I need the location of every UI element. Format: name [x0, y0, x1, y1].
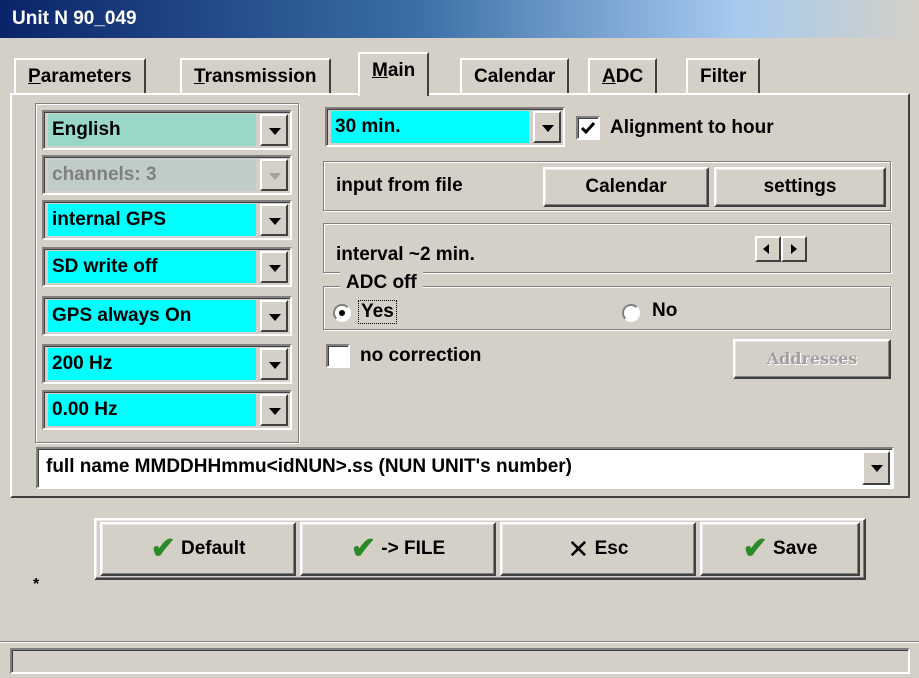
chevron-down-icon[interactable] — [260, 251, 288, 283]
checkmark-icon: ✔ — [150, 532, 176, 565]
button-label: Default — [181, 538, 246, 560]
button-label: Esc — [594, 538, 629, 560]
input-from-file-label: input from file — [336, 175, 463, 196]
button-label: -> FILE — [381, 538, 446, 560]
tab-main[interactable]: Main — [358, 52, 430, 96]
tab-transmission[interactable]: Transmission — [180, 58, 331, 94]
addresses-button: Addresses — [733, 339, 891, 379]
tab-hotkey: T — [194, 66, 205, 87]
combo-value: English — [48, 114, 256, 146]
esc-button[interactable]: ✕ Esc — [500, 522, 696, 576]
chevron-down-icon[interactable] — [533, 111, 561, 143]
combo-value: full name MMDDHHmmu<idNUN>.ss (NUN UNIT'… — [42, 451, 858, 485]
combo-value: 30 min. — [331, 111, 529, 143]
tab-label: DC — [615, 66, 644, 87]
sd-write-combo[interactable]: SD write off — [42, 247, 292, 287]
status-divider — [0, 641, 919, 643]
chevron-down-icon[interactable] — [260, 300, 288, 332]
tab-label: arameters — [40, 66, 132, 87]
tab-parameters[interactable]: Parameters — [14, 58, 146, 94]
chevron-down-icon[interactable] — [260, 204, 288, 236]
checkmark-icon — [580, 122, 596, 135]
adc-yes-radio[interactable] — [333, 304, 351, 322]
interval-label: interval ~2 min. — [336, 244, 475, 265]
combo-value: SD write off — [48, 251, 256, 283]
tab-calendar[interactable]: Calendar — [460, 58, 570, 94]
sample-rate-combo[interactable]: 200 Hz — [42, 344, 292, 384]
channels-combo: channels: 3 — [42, 155, 292, 195]
tab-label: ain — [387, 60, 416, 81]
close-icon: ✕ — [567, 534, 590, 564]
default-button[interactable]: ✔ Default — [100, 522, 296, 576]
settings-button[interactable]: settings — [714, 167, 886, 207]
chevron-down-icon[interactable] — [260, 348, 288, 380]
tab-hotkey: M — [372, 60, 388, 81]
adc-group-label: ADC off — [340, 272, 423, 294]
button-label: Save — [773, 538, 818, 560]
adc-no-radio[interactable] — [622, 304, 640, 322]
tab-label: Filter — [700, 66, 747, 87]
chevron-down-icon[interactable] — [862, 451, 890, 485]
tab-adc[interactable]: ADC — [588, 58, 658, 94]
gps-mode-combo[interactable]: GPS always On — [42, 296, 292, 336]
combo-value: 200 Hz — [48, 348, 256, 380]
alignment-checkbox[interactable] — [576, 116, 600, 140]
to-file-button[interactable]: ✔ -> FILE — [300, 522, 496, 576]
decrease-interval-button[interactable] — [755, 236, 781, 262]
chevron-down-icon[interactable] — [260, 394, 288, 426]
calendar-button[interactable]: Calendar — [543, 167, 709, 207]
adc-no-label[interactable]: No — [652, 300, 677, 322]
chevron-down-icon — [260, 159, 288, 191]
save-button[interactable]: ✔ Save — [700, 522, 860, 576]
adc-yes-label[interactable]: Yes — [358, 300, 397, 324]
filename-format-combo[interactable]: full name MMDDHHmmu<idNUN>.ss (NUN UNIT'… — [36, 447, 894, 489]
period-combo[interactable]: 30 min. — [325, 107, 565, 147]
no-correction-label: no correction — [360, 345, 482, 366]
checkmark-icon: ✔ — [350, 532, 376, 565]
tab-hotkey: A — [602, 66, 616, 87]
chevron-down-icon[interactable] — [260, 114, 288, 146]
increase-interval-button[interactable] — [781, 236, 807, 262]
footnote-marker: * — [33, 576, 40, 593]
language-combo[interactable]: English — [42, 110, 292, 150]
tab-hotkey: P — [28, 66, 41, 87]
window-title: Unit N 90_049 — [0, 0, 919, 38]
no-correction-checkbox[interactable] — [326, 344, 350, 368]
combo-value: internal GPS — [48, 204, 256, 236]
tab-filter[interactable]: Filter — [686, 58, 761, 94]
tab-label: ransmission — [204, 66, 317, 87]
gps-source-combo[interactable]: internal GPS — [42, 200, 292, 240]
status-bar — [10, 648, 910, 674]
checkmark-icon: ✔ — [742, 532, 768, 565]
combo-value: GPS always On — [48, 300, 256, 332]
combo-value: 0.00 Hz — [48, 394, 256, 426]
tab-label: Calendar — [474, 66, 556, 87]
alignment-label: Alignment to hour — [610, 117, 774, 138]
combo-value: channels: 3 — [48, 159, 256, 191]
filter-freq-combo[interactable]: 0.00 Hz — [42, 390, 292, 430]
